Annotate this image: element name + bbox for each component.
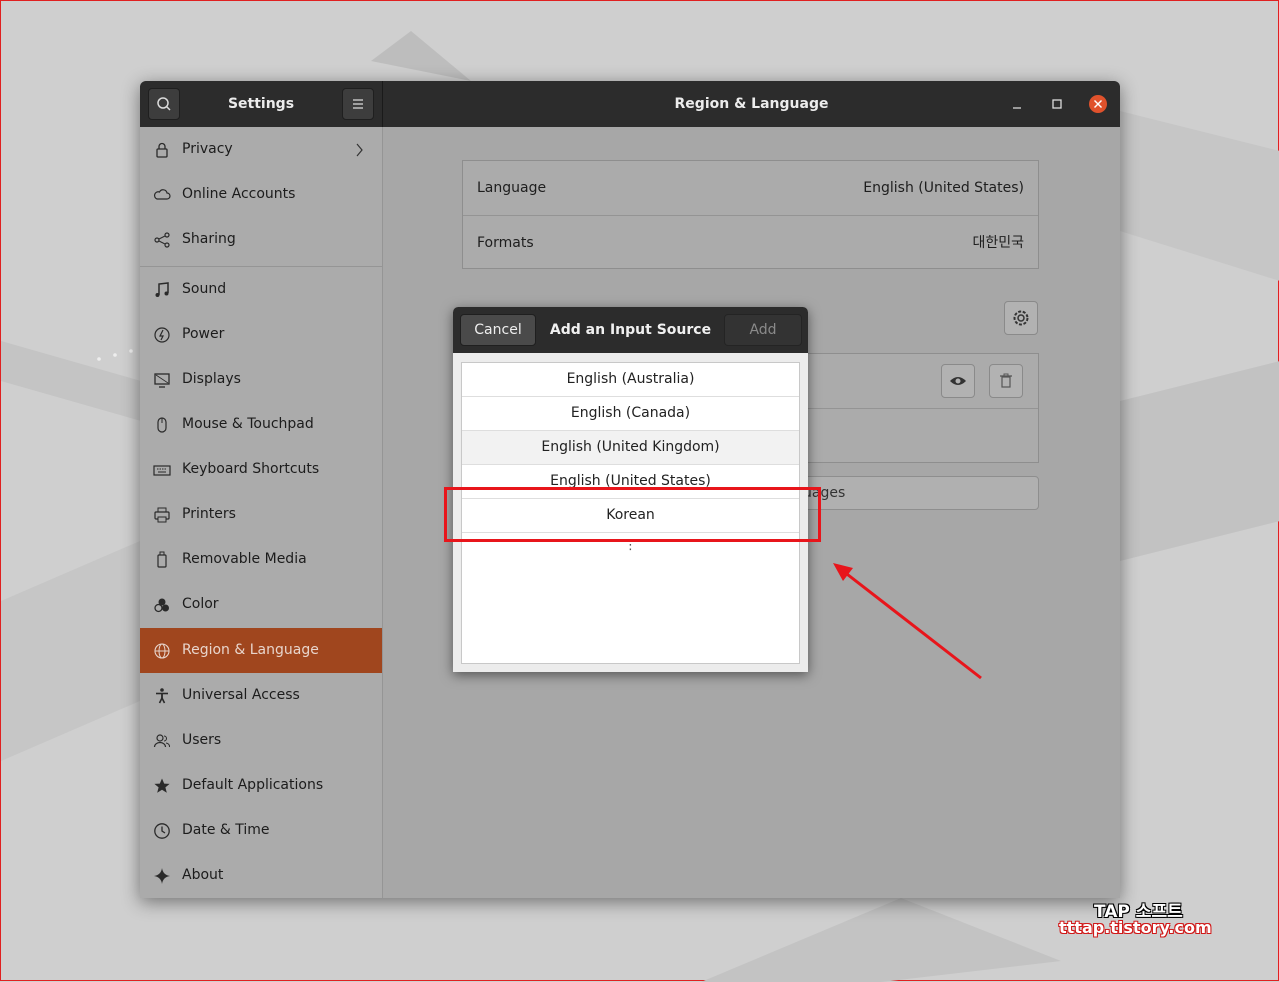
- trash-icon: [1000, 373, 1012, 388]
- sidebar-item-sound[interactable]: Sound: [140, 267, 382, 312]
- sidebar-item-label: Printers: [182, 506, 236, 522]
- maximize-icon: [1052, 99, 1062, 109]
- share-icon: [154, 232, 170, 248]
- sidebar-item-label: Universal Access: [182, 687, 300, 703]
- watermark-url: tttap.tistory.com: [1059, 918, 1212, 937]
- sidebar-item-label: Sound: [182, 281, 227, 297]
- language-value: English (United States): [863, 180, 1024, 196]
- minimize-icon: [1013, 107, 1021, 109]
- sidebar-item-region-language[interactable]: Region & Language: [140, 628, 382, 673]
- lock-icon: [156, 142, 168, 158]
- formats-label: Formats: [477, 235, 534, 251]
- usb-drive-icon: [157, 551, 167, 568]
- sidebar: Privacy Online Accounts Sharing Sound Po…: [140, 127, 383, 898]
- language-row[interactable]: Language English (United States): [463, 161, 1038, 216]
- sidebar-item-label: Users: [182, 732, 222, 748]
- sidebar-item-label: Displays: [182, 371, 241, 387]
- sidebar-item-label: Date & Time: [182, 822, 270, 838]
- color-icon: [154, 598, 169, 613]
- formats-value: 대한민국: [972, 235, 1024, 251]
- search-button[interactable]: [148, 88, 180, 120]
- power-icon: [154, 327, 170, 343]
- chevron-right-icon: [356, 143, 363, 157]
- sidebar-title: Settings: [227, 96, 295, 112]
- keyboard-icon: [153, 465, 171, 476]
- menu-button[interactable]: [342, 88, 374, 120]
- star-icon: [154, 778, 170, 793]
- sidebar-item-label: Removable Media: [182, 551, 307, 567]
- close-icon: [1089, 95, 1107, 113]
- sidebar-item-label: Keyboard Shortcuts: [182, 461, 320, 477]
- list-item[interactable]: English (United Kingdom): [462, 431, 799, 465]
- sidebar-item-label: Privacy: [182, 141, 233, 157]
- input-options-button[interactable]: [1004, 301, 1038, 335]
- display-icon: [154, 373, 170, 388]
- sidebar-item-color[interactable]: Color: [140, 582, 382, 627]
- dialog-title: Add an Input Source: [549, 322, 712, 338]
- sidebar-item-displays[interactable]: Displays: [140, 357, 382, 402]
- close-button[interactable]: [1088, 94, 1108, 114]
- sidebar-item-default-applications[interactable]: Default Applications: [140, 763, 382, 808]
- language-label: Language: [477, 180, 547, 196]
- sparkle-icon: [154, 868, 170, 884]
- gear-icon: [1013, 310, 1029, 326]
- cloud-icon: [153, 189, 171, 200]
- sidebar-item-removable-media[interactable]: Removable Media: [140, 537, 382, 582]
- maximize-button[interactable]: [1048, 95, 1066, 113]
- sidebar-headerbar: Settings: [140, 81, 383, 127]
- sidebar-item-universal-access[interactable]: Universal Access: [140, 673, 382, 718]
- sidebar-item-printers[interactable]: Printers: [140, 492, 382, 537]
- mouse-icon: [157, 417, 167, 433]
- sidebar-item-label: Sharing: [182, 231, 236, 247]
- cancel-button[interactable]: Cancel: [460, 314, 536, 346]
- sidebar-item-label: Online Accounts: [182, 186, 296, 202]
- sidebar-item-power[interactable]: Power: [140, 312, 382, 357]
- printer-icon: [154, 507, 170, 523]
- sidebar-item-label: Region & Language: [182, 642, 319, 658]
- annotation-highlight-box: [444, 487, 821, 542]
- sidebar-item-online-accounts[interactable]: Online Accounts: [140, 172, 382, 217]
- language-formats-panel: Language English (United States) Formats…: [462, 160, 1039, 269]
- sidebar-item-label: Mouse & Touchpad: [182, 416, 314, 432]
- list-item[interactable]: English (Canada): [462, 397, 799, 431]
- search-icon: [157, 97, 171, 111]
- preview-button[interactable]: [941, 364, 975, 398]
- sidebar-item-users[interactable]: Users: [140, 718, 382, 763]
- remove-input-button[interactable]: [989, 364, 1023, 398]
- minimize-button[interactable]: [1008, 95, 1026, 113]
- dialog-headerbar: Cancel Add an Input Source Add: [453, 307, 808, 353]
- globe-icon: [154, 643, 170, 659]
- sidebar-item-label: About: [182, 867, 224, 883]
- users-icon: [153, 734, 171, 748]
- sidebar-item-mouse-touchpad[interactable]: Mouse & Touchpad: [140, 402, 382, 447]
- eye-icon: [950, 377, 966, 385]
- formats-row[interactable]: Formats 대한민국: [463, 216, 1038, 270]
- headerbar: Settings Region & Language: [140, 81, 1120, 127]
- sidebar-item-date-time[interactable]: Date & Time: [140, 808, 382, 853]
- clock-icon: [154, 823, 170, 839]
- sidebar-item-keyboard-shortcuts[interactable]: Keyboard Shortcuts: [140, 447, 382, 492]
- annotation-arrow-icon: [833, 563, 982, 680]
- sidebar-item-privacy[interactable]: Privacy: [140, 127, 382, 172]
- add-button[interactable]: Add: [724, 314, 802, 346]
- sidebar-item-sharing[interactable]: Sharing: [140, 217, 382, 262]
- list-item[interactable]: English (Australia): [462, 363, 799, 397]
- hamburger-menu-icon: [353, 99, 363, 109]
- sidebar-item-label: Power: [182, 326, 225, 342]
- sidebar-item-about[interactable]: About: [140, 853, 382, 898]
- accessibility-icon: [156, 688, 168, 704]
- sidebar-item-label: Default Applications: [182, 777, 324, 793]
- music-note-icon: [155, 282, 169, 297]
- sidebar-item-label: Color: [182, 596, 219, 612]
